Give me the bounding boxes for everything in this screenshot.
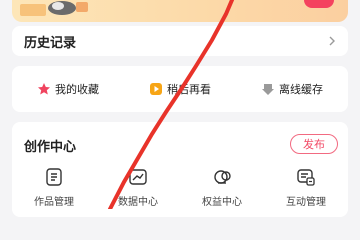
favorites-button[interactable]: 我的收藏 xyxy=(37,81,99,97)
creation-center-card: 创作中心 发布 作品管理 数据中心 权益中心 互动管理 xyxy=(12,122,348,217)
interaction-management-button[interactable]: 互动管理 xyxy=(271,167,341,208)
benefits-center-label: 权益中心 xyxy=(202,197,242,208)
star-icon xyxy=(38,83,50,95)
quick-actions: 我的收藏 稍后再看 离线缓存 xyxy=(12,66,348,112)
creation-center-title: 创作中心 xyxy=(24,140,77,155)
data-center-label: 数据中心 xyxy=(118,197,158,208)
works-management-label: 作品管理 xyxy=(34,197,74,208)
interaction-management-label: 互动管理 xyxy=(286,197,326,208)
interaction-icon xyxy=(297,169,315,186)
benefits-center-button[interactable]: 权益中心 xyxy=(187,167,257,208)
offline-cache-button[interactable]: 离线缓存 xyxy=(261,81,323,97)
chart-icon xyxy=(129,169,147,185)
banner-illustration xyxy=(20,1,88,16)
banner-action-button[interactable] xyxy=(304,0,334,8)
watch-later-label: 稍后再看 xyxy=(167,83,211,96)
promo-banner[interactable] xyxy=(12,0,348,22)
history-title: 历史记录 xyxy=(24,35,77,51)
favorites-label: 我的收藏 xyxy=(55,83,99,96)
publish-button[interactable]: 发布 xyxy=(290,134,338,154)
watch-later-button[interactable]: 稍后再看 xyxy=(149,81,211,97)
play-later-icon xyxy=(150,83,162,95)
benefits-icon xyxy=(214,170,231,184)
offline-cache-label: 离线缓存 xyxy=(279,83,323,96)
works-icon xyxy=(46,168,62,186)
works-management-button[interactable]: 作品管理 xyxy=(19,167,89,208)
history-row[interactable]: 历史记录 xyxy=(12,26,348,56)
data-center-button[interactable]: 数据中心 xyxy=(103,167,173,208)
chevron-right-icon xyxy=(329,36,335,46)
download-icon xyxy=(262,84,274,95)
creation-tools: 作品管理 数据中心 权益中心 互动管理 xyxy=(12,167,348,208)
